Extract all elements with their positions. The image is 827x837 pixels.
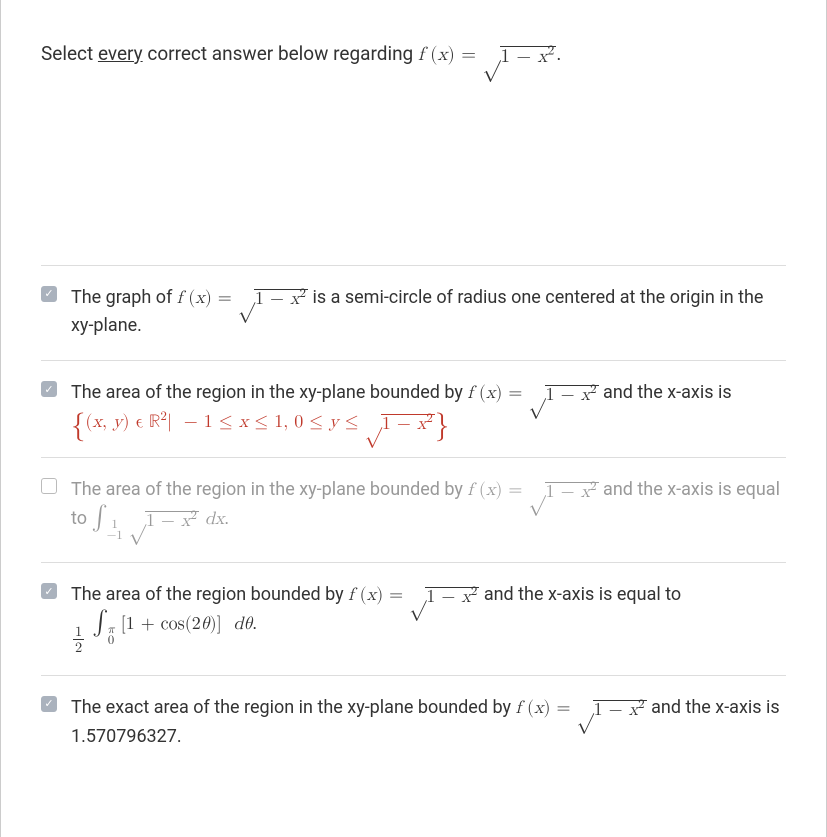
answer-option-4[interactable]: The area of the region bounded by f (x) …	[41, 563, 786, 676]
answer-text: The area of the region in the xy-plane b…	[71, 476, 786, 542]
question-prompt: Select every correct answer below regard…	[1, 0, 826, 70]
answer-option-1[interactable]: The graph of f (x) = √1 − x2 is a semi-c…	[41, 266, 786, 362]
prompt-math: f (x) = √1 − x2	[418, 45, 556, 64]
checkbox-icon[interactable]	[41, 286, 57, 302]
checkbox-icon[interactable]	[41, 696, 57, 712]
prompt-before: Select	[41, 42, 98, 65]
answer-option-5[interactable]: The exact area of the region in the xy-p…	[41, 676, 786, 771]
checkbox-icon[interactable]	[41, 583, 57, 599]
math-fx: f (x) = √1 − x2	[467, 384, 598, 402]
math-set: {(x, y) ϵ ℝ2| − 1 ≤ x ≤ 1, 0 ≤ y ≤ √1 − …	[71, 413, 449, 431]
checkbox-icon[interactable]	[41, 381, 57, 397]
answer-text: The exact area of the region in the xy-p…	[71, 694, 786, 751]
prompt-underline: every	[98, 42, 143, 65]
answer-text: The graph of f (x) = √1 − x2 is a semi-c…	[71, 284, 786, 341]
math-integral: ∫1−1 √1 − x2 dx	[91, 510, 224, 528]
answer-text: The area of the region bounded by f (x) …	[71, 581, 786, 655]
answer-option-3[interactable]: The area of the region in the xy-plane b…	[41, 458, 786, 563]
answer-text: The area of the region in the xy-plane b…	[71, 379, 786, 437]
answer-option-2[interactable]: The area of the region in the xy-plane b…	[41, 361, 786, 458]
checkbox-icon[interactable]	[41, 478, 57, 494]
prompt-after: correct answer below regarding	[143, 42, 418, 65]
math-fx: f (x) = √1 − x2	[515, 699, 646, 717]
math-integral-theta: 12 ∫π0 [1 + cos(2θ)] dθ	[71, 615, 252, 633]
math-fx: f (x) = √1 − x2	[467, 481, 598, 499]
answer-list: The graph of f (x) = √1 − x2 is a semi-c…	[41, 265, 786, 771]
math-fx: f (x) = √1 − x2	[177, 289, 308, 307]
math-fx: f (x) = √1 − x2	[348, 586, 479, 604]
